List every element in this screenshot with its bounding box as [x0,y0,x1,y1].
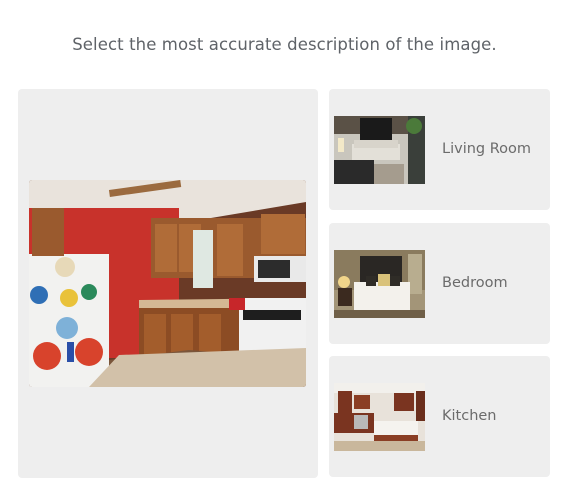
living-room-thumbnail [334,116,425,184]
option-living-room[interactable]: Living Room [329,89,550,210]
option-kitchen[interactable]: Kitchen [329,356,550,477]
kitchen-thumbnail [334,383,425,451]
question-prompt: Select the most accurate description of … [72,35,497,54]
option-bedroom[interactable]: Bedroom [329,223,550,344]
bedroom-thumbnail [334,250,425,318]
option-label: Bedroom [442,275,508,291]
main-image-panel [18,89,318,478]
main-kitchen-photo [29,180,306,387]
option-label: Living Room [442,141,532,157]
option-label: Kitchen [442,408,497,424]
